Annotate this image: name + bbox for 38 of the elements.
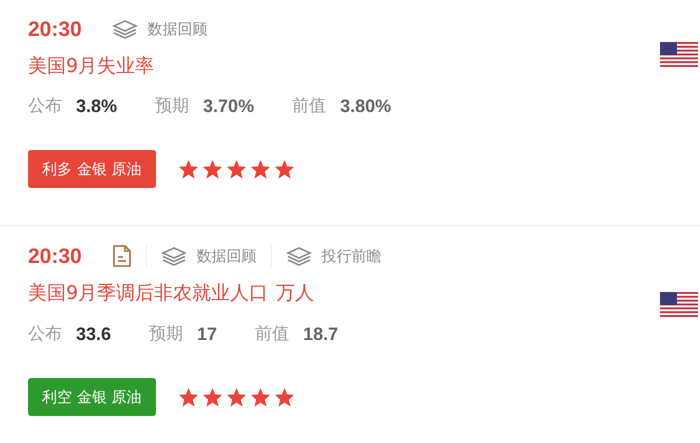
stat-value: 3.70% [203, 95, 254, 118]
star-icon [226, 386, 247, 407]
stat-value: 3.8% [76, 95, 118, 118]
star-icon [250, 386, 271, 407]
layers-icon [112, 19, 138, 40]
stat-label: 公布 [28, 95, 62, 118]
stat-value: 3.80% [340, 95, 392, 118]
stat-value: 18.7 [303, 322, 338, 346]
event-title[interactable]: 美国9月失业率 [28, 54, 154, 76]
stat-label: 预期 [155, 95, 190, 118]
impact-tag: 利多 金银 原油 [28, 150, 156, 188]
review-link[interactable]: 数据回顾 [148, 18, 208, 40]
stat-label: 前值 [292, 95, 326, 118]
stat-label: 预期 [149, 322, 184, 346]
stat-label: 公布 [28, 322, 62, 346]
star-icon [250, 159, 271, 180]
star-icon [178, 159, 199, 180]
star-icon [178, 386, 199, 407]
layers-icon [160, 246, 187, 266]
event-time: 20:30 [28, 18, 82, 40]
star-icon [202, 386, 223, 407]
star-icon [274, 159, 295, 180]
unit-label: 万人 [276, 282, 314, 304]
stat-label: 前值 [255, 322, 290, 346]
us-flag-icon [660, 292, 698, 318]
document-icon[interactable] [112, 244, 132, 268]
impact-tag: 利空 金银 原油 [28, 378, 156, 416]
layers-icon [286, 246, 312, 266]
stat-value: 33.6 [76, 322, 112, 346]
stat-value: 17 [197, 322, 218, 346]
event-title[interactable]: 美国9月季调后非农就业人口 [28, 282, 268, 304]
event-time: 20:30 [28, 246, 82, 266]
review-link[interactable]: 投行前瞻 [322, 244, 382, 268]
star-icon [226, 159, 247, 180]
star-icon [202, 159, 223, 180]
us-flag-icon [660, 42, 698, 68]
star-icon [274, 386, 295, 407]
review-link[interactable]: 数据回顾 [196, 244, 257, 268]
